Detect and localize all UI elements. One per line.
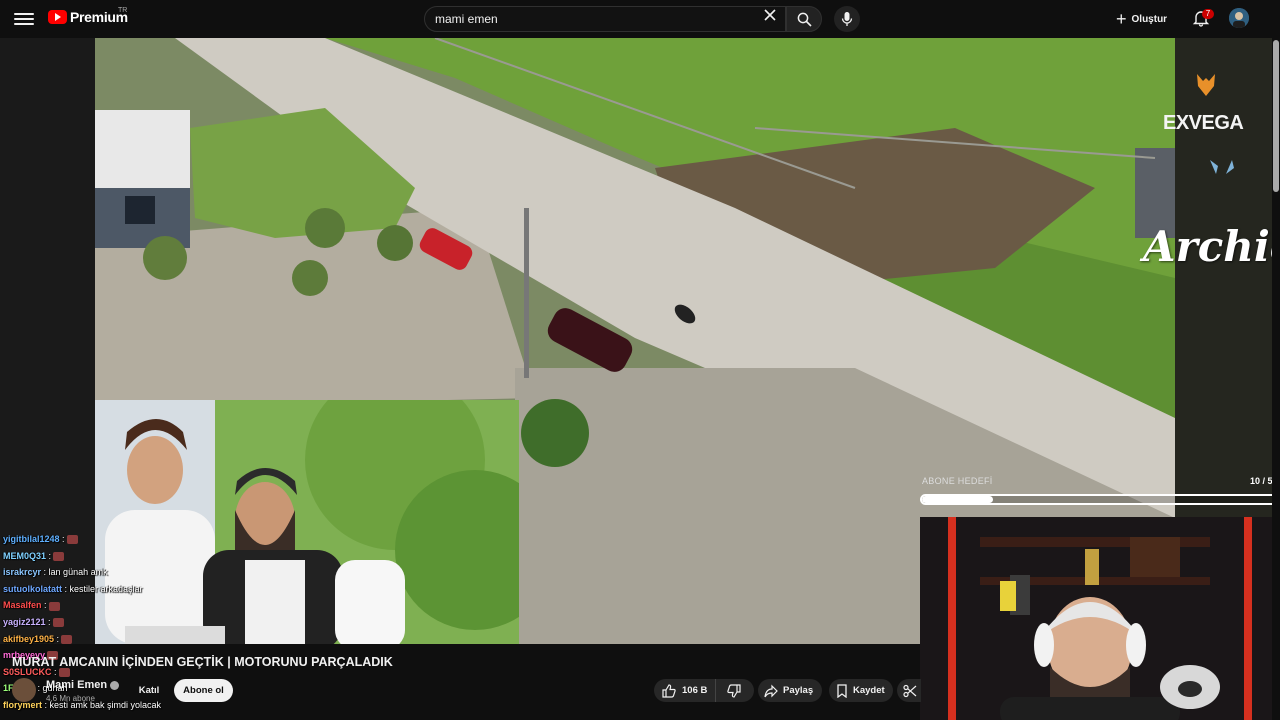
chat-message: yigitbilal1248 : bbox=[3, 534, 78, 545]
share-label: Paylaş bbox=[783, 685, 814, 696]
chat-message: yagiz2121 : bbox=[3, 617, 64, 628]
chat-text: : kestiler arkadaşlar bbox=[62, 583, 143, 594]
join-button[interactable]: Katıl bbox=[130, 679, 168, 702]
chat-text: : bbox=[59, 534, 65, 544]
top-bar: Premium TR + Oluştur 7 bbox=[0, 0, 1280, 38]
chat-username[interactable]: sutuolkolatatt bbox=[3, 584, 62, 594]
like-count: 106 B bbox=[682, 685, 708, 696]
hamburger-menu-icon[interactable] bbox=[14, 10, 34, 28]
voice-search-button[interactable] bbox=[834, 6, 860, 32]
chat-emote-icon bbox=[66, 535, 78, 545]
overlay-side-panel bbox=[1175, 38, 1272, 518]
chat-message: israkrcyr : lan günah amk bbox=[3, 567, 108, 578]
channel-avatar[interactable] bbox=[12, 678, 36, 702]
page-scrollbar-thumb[interactable] bbox=[1273, 40, 1279, 192]
chat-message: akifbey1905 : bbox=[3, 633, 73, 645]
webcam-image bbox=[920, 517, 1272, 720]
search-icon bbox=[797, 12, 812, 27]
thumbs-down-icon bbox=[727, 683, 741, 698]
chat-text: : bbox=[46, 550, 52, 561]
bookmark-icon bbox=[837, 683, 847, 698]
chat-text: : lan günah amk bbox=[41, 567, 108, 578]
channel-name-link[interactable]: Mami Emen bbox=[46, 679, 120, 691]
thumbs-up-icon bbox=[662, 683, 676, 698]
save-label: Kaydet bbox=[853, 685, 885, 696]
chat-text: : bbox=[54, 633, 60, 644]
subscribe-goal-progress-fill bbox=[922, 496, 993, 503]
verified-check-icon bbox=[110, 680, 120, 690]
save-button[interactable]: Kaydet bbox=[829, 679, 893, 702]
exvega-fox-logo-icon bbox=[1197, 74, 1215, 96]
like-button[interactable]: 106 B bbox=[654, 679, 716, 702]
video-title: MURAT AMCANIN İÇİNDEN GEÇTİK | MOTORUNU … bbox=[12, 655, 393, 669]
plus-icon: + bbox=[1116, 9, 1127, 29]
chat-message: MEM0Q31 : bbox=[3, 550, 65, 562]
streamer-webcam bbox=[920, 517, 1272, 720]
chat-text: : bbox=[41, 600, 47, 611]
search-button[interactable] bbox=[786, 6, 822, 32]
chat-username[interactable]: israkrcyr bbox=[3, 567, 41, 577]
clip-button[interactable] bbox=[897, 679, 921, 702]
chat-emote-icon bbox=[53, 551, 65, 561]
search-box bbox=[424, 6, 786, 32]
chat-username[interactable]: yigitbilal1248 bbox=[3, 534, 60, 544]
chat-username[interactable]: MEM0Q31 bbox=[3, 551, 46, 561]
chat-message: sutuolkolatatt : kestiler arkadaşlar bbox=[3, 584, 143, 595]
notification-count-badge: 7 bbox=[1202, 9, 1214, 19]
chat-emote-icon bbox=[48, 601, 60, 611]
like-dislike-group: 106 B bbox=[654, 679, 754, 702]
share-arrow-icon bbox=[764, 684, 778, 697]
subscribe-goal-label: ABONE HEDEFİ bbox=[922, 476, 993, 486]
youtube-premium-logo[interactable]: Premium TR bbox=[48, 7, 128, 25]
youtube-play-icon bbox=[48, 10, 67, 24]
microphone-icon bbox=[841, 12, 853, 26]
chat-text: : bbox=[45, 617, 51, 627]
subscriber-count: 4,6 Mn abone bbox=[46, 694, 95, 703]
scissors-icon bbox=[903, 684, 917, 697]
logo-country-code: TR bbox=[118, 7, 128, 14]
sponsor-emblem-icon bbox=[1210, 160, 1234, 174]
channel-name: Mami Emen bbox=[46, 679, 108, 691]
streamer-name-logo: Archie bbox=[1143, 222, 1280, 271]
subscribe-button[interactable]: Abone ol bbox=[174, 679, 233, 702]
avatar-image bbox=[1229, 8, 1249, 28]
subscribe-goal-progress-bar bbox=[920, 494, 1278, 505]
share-button[interactable]: Paylaş bbox=[758, 679, 822, 702]
chat-emote-icon bbox=[58, 667, 70, 677]
sponsor-name: EXVEGA bbox=[1163, 112, 1244, 134]
chat-message: Masalfen : bbox=[3, 600, 60, 611]
clear-search-icon[interactable] bbox=[764, 9, 776, 21]
search-input[interactable] bbox=[435, 12, 735, 26]
chat-username[interactable]: Masalfen bbox=[3, 600, 42, 610]
chat-emote-icon bbox=[52, 618, 64, 628]
account-avatar[interactable] bbox=[1229, 8, 1249, 28]
chat-username[interactable]: yagiz2121 bbox=[3, 617, 46, 627]
create-button[interactable]: + Oluştur bbox=[1116, 8, 1167, 30]
chat-emote-icon bbox=[61, 634, 73, 644]
dislike-button[interactable] bbox=[716, 679, 752, 702]
chat-username[interactable]: akifbey1905 bbox=[3, 634, 54, 644]
create-label: Oluştur bbox=[1131, 13, 1168, 25]
